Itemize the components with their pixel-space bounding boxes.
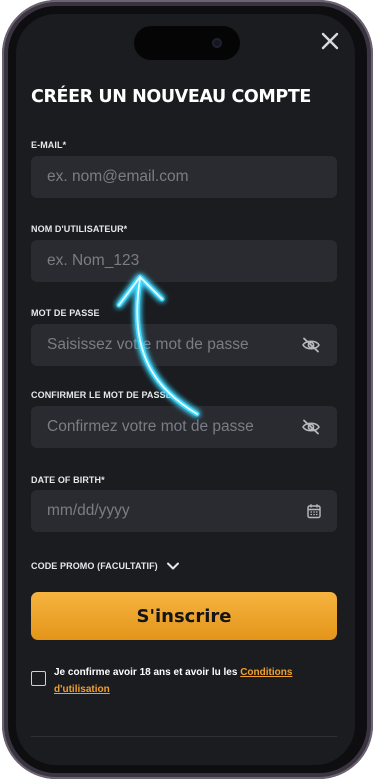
signup-button[interactable]: S'inscrire	[31, 592, 337, 640]
consent-statement: Je confirme avoir 18 ans et avoir lu les	[54, 667, 241, 678]
password-placeholder: Saisissez votre mot de passe	[47, 336, 249, 353]
password-label: MOT DE PASSE	[31, 308, 100, 318]
dob-placeholder: mm/dd/yyyy	[47, 502, 130, 519]
signup-screen: CRÉER UN NOUVEAU COMPTE E-MAIL* ex. nom@…	[16, 14, 355, 765]
promo-code-toggle[interactable]: CODE PROMO (FACULTATIF)	[31, 561, 180, 571]
username-placeholder: ex. Nom_123	[47, 252, 140, 269]
dob-label: DATE OF BIRTH*	[31, 475, 105, 485]
signup-button-label: S'inscrire	[136, 605, 232, 627]
email-placeholder: ex. nom@email.com	[47, 168, 189, 185]
confirm-password-placeholder: Confirmez votre mot de passe	[47, 418, 254, 435]
divider	[31, 736, 337, 737]
close-icon	[321, 32, 339, 50]
email-field[interactable]: ex. nom@email.com	[31, 156, 337, 198]
password-field[interactable]: Saisissez votre mot de passe	[31, 324, 337, 366]
eye-slash-icon[interactable]	[301, 419, 321, 435]
promo-label: CODE PROMO (FACULTATIF)	[31, 561, 158, 571]
calendar-icon[interactable]	[307, 504, 321, 519]
age-consent-checkbox[interactable]	[31, 671, 46, 686]
page-title: CRÉER UN NOUVEAU COMPTE	[31, 87, 311, 107]
username-label: NOM D'UTILISATEUR*	[31, 224, 128, 234]
confirm-password-field[interactable]: Confirmez votre mot de passe	[31, 406, 337, 448]
dynamic-island	[134, 26, 240, 60]
camera-icon	[212, 38, 222, 48]
chevron-down-icon	[166, 562, 179, 570]
consent-text: Je confirme avoir 18 ans et avoir lu les…	[54, 664, 324, 698]
email-label: E-MAIL*	[31, 140, 67, 150]
close-button[interactable]	[319, 30, 341, 52]
confirm-password-label: CONFIRMER LE MOT DE PASSE	[31, 390, 172, 400]
username-field[interactable]: ex. Nom_123	[31, 240, 337, 282]
eye-slash-icon[interactable]	[301, 337, 321, 353]
dob-field[interactable]: mm/dd/yyyy	[31, 490, 337, 532]
